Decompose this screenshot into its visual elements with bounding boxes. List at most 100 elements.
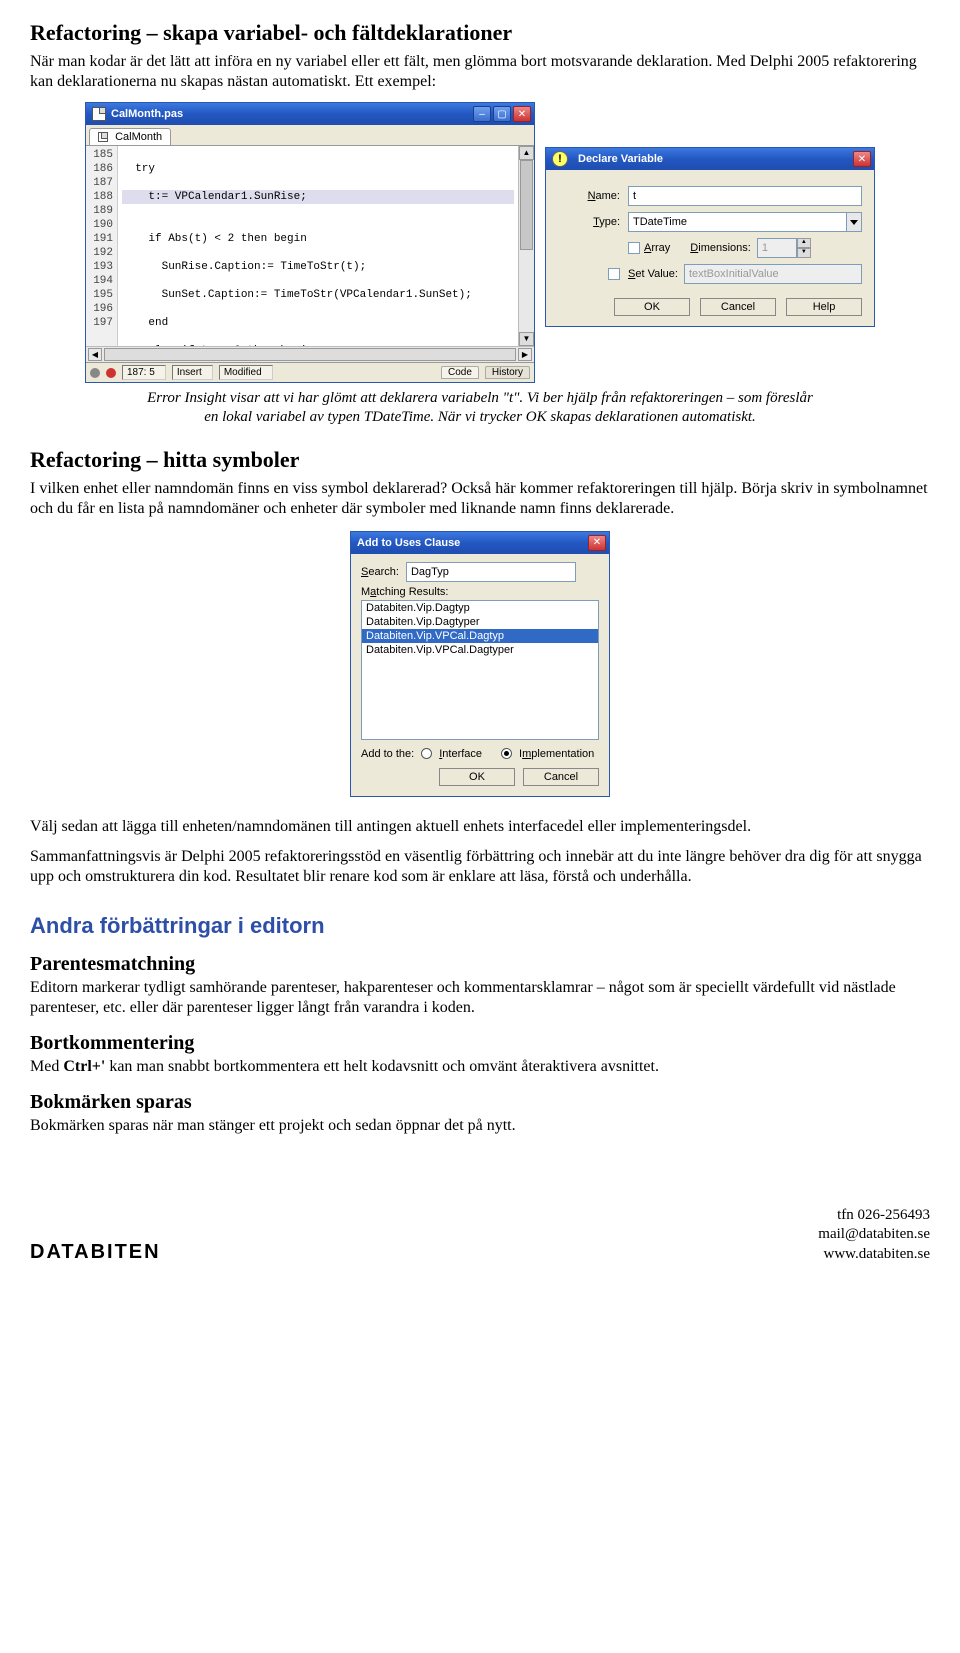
cursor-position: 187: 5 <box>122 365 166 380</box>
line-number: 196 <box>88 302 113 316</box>
search-input[interactable] <box>406 562 576 582</box>
matching-label: Matching Results: <box>361 586 599 598</box>
text: kan man snabbt bortkommentera ett helt k… <box>105 1058 659 1075</box>
type-label: Type: <box>558 216 628 228</box>
scroll-down-arrow[interactable]: ▼ <box>519 332 534 346</box>
insert-mode: Insert <box>172 365 213 380</box>
sub-parentesmatchning-title: Parentesmatchning <box>30 953 930 976</box>
scroll-right-arrow[interactable]: ▶ <box>518 348 532 361</box>
figure-1: CalMonth.pas – ▢ ✕ CalMonth 185 186 187 … <box>30 102 930 383</box>
figure1-caption: Error Insight visar att vi har glömt att… <box>145 389 815 427</box>
name-input[interactable] <box>628 186 862 206</box>
line-number: 185 <box>88 148 113 162</box>
ok-button[interactable]: OK <box>614 298 690 316</box>
spinner-down[interactable]: ▼ <box>797 248 811 258</box>
tab-code[interactable]: Code <box>441 366 479 379</box>
section1-title: Refactoring – skapa variabel- och fältde… <box>30 20 930 46</box>
code-line: try <box>122 162 514 176</box>
close-button[interactable]: ✕ <box>853 151 871 167</box>
code-body: 185 186 187 188 189 190 191 192 193 194 … <box>86 146 534 346</box>
sub-bokmarken-body: Bokmärken sparas när man stänger ett pro… <box>30 1116 930 1136</box>
para-summary: Sammanfattningsvis är Delphi 2005 refakt… <box>30 847 930 887</box>
dialog-title: Declare Variable <box>578 153 663 165</box>
dimensions-label: Dimensions: <box>690 242 751 254</box>
combo-dropdown-button[interactable] <box>846 212 862 232</box>
page-footer: DATABITEN tfn 026-256493 mail@databiten.… <box>30 1206 930 1265</box>
radio-implementation[interactable] <box>501 748 512 759</box>
setvalue-checkbox[interactable] <box>608 268 620 280</box>
line-gutter: 185 186 187 188 189 190 191 192 193 194 … <box>86 146 118 346</box>
section1-para: När man kodar är det lätt att införa en … <box>30 52 930 92</box>
para-after-fig2: Välj sedan att lägga till enheten/namndo… <box>30 817 930 837</box>
section3-title: Andra förbättringar i editorn <box>30 913 930 939</box>
add-uses-dialog: Add to Uses Clause ✕ Search: Matching Re… <box>350 531 610 797</box>
horizontal-scrollbar[interactable]: ◀ ▶ <box>86 346 534 362</box>
close-button[interactable]: ✕ <box>513 106 531 122</box>
scroll-left-arrow[interactable]: ◀ <box>88 348 102 361</box>
maximize-button[interactable]: ▢ <box>493 106 511 122</box>
list-item[interactable]: Databiten.Vip.VPCal.Dagtyp <box>362 629 598 643</box>
warning-icon: ! <box>552 151 568 167</box>
error-dot-icon <box>106 368 116 378</box>
footer-phone: tfn 026-256493 <box>818 1206 930 1226</box>
status-dot-icon <box>90 368 100 378</box>
window-title: CalMonth.pas <box>111 108 183 120</box>
code-line: t:= VPCalendar1.SunRise; <box>122 190 514 204</box>
editor-tab-label: CalMonth <box>115 131 162 143</box>
line-number: 191 <box>88 232 113 246</box>
cancel-button[interactable]: Cancel <box>523 768 599 786</box>
scroll-track[interactable] <box>104 348 516 361</box>
name-label: Name: <box>558 190 628 202</box>
code-area[interactable]: try t:= VPCalendar1.SunRise; if Abs(t) <… <box>118 146 518 346</box>
shortcut-key: Ctrl+' <box>63 1058 105 1075</box>
section2-para: I vilken enhet eller namndomän finns en … <box>30 479 930 519</box>
addto-label: Add to the: <box>361 748 414 760</box>
tab-history[interactable]: History <box>485 366 530 379</box>
scroll-thumb[interactable] <box>520 160 533 250</box>
cancel-button[interactable]: Cancel <box>700 298 776 316</box>
titlebar: CalMonth.pas – ▢ ✕ <box>86 103 534 125</box>
figure-2: Add to Uses Clause ✕ Search: Matching Re… <box>30 531 930 797</box>
status-bar: 187: 5 Insert Modified Code History <box>86 362 534 382</box>
code-editor-window: CalMonth.pas – ▢ ✕ CalMonth 185 186 187 … <box>85 102 535 383</box>
setvalue-label: Set Value: <box>628 268 678 280</box>
setvalue-input <box>684 264 862 284</box>
modified-status: Modified <box>219 365 273 380</box>
list-item[interactable]: Databiten.Vip.VPCal.Dagtyper <box>362 643 598 657</box>
footer-mail: mail@databiten.se <box>818 1225 930 1245</box>
code-line: SunRise.Caption:= TimeToStr(t); <box>122 260 514 274</box>
file-icon <box>98 132 108 142</box>
type-input[interactable] <box>628 212 846 232</box>
type-combo[interactable] <box>628 212 862 232</box>
ok-button[interactable]: OK <box>439 768 515 786</box>
editor-tab[interactable]: CalMonth <box>89 128 171 145</box>
sub-bortkommentering-body: Med Ctrl+' kan man snabbt bortkommentera… <box>30 1057 930 1077</box>
help-button[interactable]: Help <box>786 298 862 316</box>
sub-parentesmatchning-body: Editorn markerar tydligt samhörande pare… <box>30 978 930 1018</box>
code-line: if Abs(t) < 2 then begin <box>122 232 514 246</box>
chevron-down-icon <box>850 220 858 225</box>
matching-results-list[interactable]: Databiten.Vip.Dagtyp Databiten.Vip.Dagty… <box>361 600 599 740</box>
radio-interface-label: Interface <box>439 748 482 760</box>
code-line: SunSet.Caption:= TimeToStr(VPCalendar1.S… <box>122 288 514 302</box>
scroll-up-arrow[interactable]: ▲ <box>519 146 534 160</box>
line-number: 192 <box>88 246 113 260</box>
list-item[interactable]: Databiten.Vip.Dagtyp <box>362 601 598 615</box>
search-label: Search: <box>361 566 399 578</box>
array-label: Array <box>644 242 670 254</box>
code-line: end <box>122 316 514 330</box>
titlebar: ! Declare Variable ✕ <box>546 148 874 170</box>
editor-tab-bar: CalMonth <box>86 125 534 146</box>
close-button[interactable]: ✕ <box>588 535 606 551</box>
minimize-button[interactable]: – <box>473 106 491 122</box>
line-number: 190 <box>88 218 113 232</box>
list-item[interactable]: Databiten.Vip.Dagtyper <box>362 615 598 629</box>
dialog-title: Add to Uses Clause <box>357 537 460 549</box>
spinner-up[interactable]: ▲ <box>797 238 811 248</box>
array-checkbox[interactable] <box>628 242 640 254</box>
line-number: 187 <box>88 176 113 190</box>
footer-web: www.databiten.se <box>818 1245 930 1265</box>
sub-bokmarken-title: Bokmärken sparas <box>30 1091 930 1114</box>
radio-interface[interactable] <box>421 748 432 759</box>
vertical-scrollbar[interactable]: ▲ ▼ <box>518 146 534 346</box>
